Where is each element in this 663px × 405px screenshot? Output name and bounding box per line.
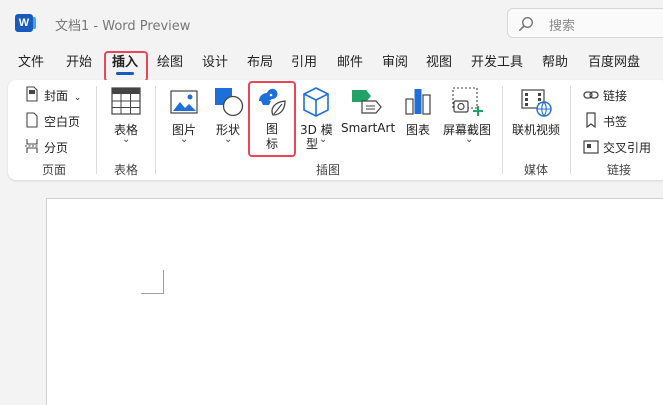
group-label-links: 链接 — [607, 163, 632, 177]
group-label-illustrations: 插图 — [316, 163, 341, 177]
screenshot-icon — [452, 87, 483, 116]
page-break-icon — [25, 139, 39, 153]
tab-developer[interactable]: 开发工具 — [471, 50, 523, 76]
search-input[interactable]: 搜索 — [507, 8, 663, 38]
insert-tab-highlight — [104, 51, 148, 82]
online-video-icon — [521, 89, 552, 117]
bookmark-icon — [586, 112, 596, 128]
title-bar: W 文档1 - Word Preview 搜索 — [0, 0, 663, 46]
ribbon-tabs: 文件 开始 插入 绘图 设计 布局 引用 邮件 审阅 视图 开发工具 帮助 百度… — [0, 50, 663, 76]
search-icon — [518, 16, 534, 31]
link-button[interactable]: 链接 — [603, 87, 627, 104]
group-label-table: 表格 — [114, 163, 139, 177]
cover-page-label: 封面 — [44, 89, 69, 103]
chart-button[interactable]: 图表 — [406, 121, 430, 138]
cover-page-icon — [26, 86, 38, 102]
online-video-button[interactable]: 联机视频 — [512, 121, 560, 138]
ribbon-divider — [96, 86, 97, 174]
tab-file[interactable]: 文件 — [18, 50, 44, 76]
ribbon-divider — [570, 86, 571, 174]
picture-icon — [170, 90, 198, 114]
page-break-button[interactable]: 分页 — [44, 139, 68, 156]
tab-references[interactable]: 引用 — [291, 50, 317, 76]
document-title: 文档1 - Word Preview — [55, 19, 191, 34]
search-placeholder: 搜索 — [549, 19, 576, 34]
group-label-pages: 页面 — [42, 163, 67, 177]
chevron-down-icon: ⌄ — [180, 134, 189, 145]
icons-button-highlight — [248, 81, 296, 157]
chart-icon — [405, 89, 431, 115]
tab-help[interactable]: 帮助 — [542, 50, 568, 76]
cover-page-button[interactable]: 封面 ⌄ — [44, 87, 81, 104]
tab-view[interactable]: 视图 — [426, 50, 452, 76]
document-page[interactable] — [46, 198, 663, 405]
cross-reference-button[interactable]: 交叉引用 — [603, 139, 651, 156]
chevron-down-icon: ⌄ — [122, 134, 131, 145]
table-icon — [111, 87, 141, 115]
ribbon-divider — [155, 86, 156, 174]
blank-page-button[interactable]: 空白页 — [44, 113, 80, 130]
blank-page-icon — [26, 112, 38, 128]
shapes-icon — [215, 88, 244, 117]
cross-reference-icon — [583, 140, 599, 154]
ribbon-divider — [502, 86, 503, 174]
bookmark-button[interactable]: 书签 — [603, 113, 627, 130]
margin-corner-mark — [163, 270, 164, 294]
3d-model-icon — [303, 87, 329, 117]
tab-design[interactable]: 设计 — [202, 50, 228, 76]
tab-review[interactable]: 审阅 — [382, 50, 408, 76]
tab-draw[interactable]: 绘图 — [157, 50, 183, 76]
chevron-down-icon: ⌄ — [224, 134, 233, 145]
tab-layout[interactable]: 布局 — [247, 50, 273, 76]
tab-mailings[interactable]: 邮件 — [337, 50, 363, 76]
chevron-down-icon: ⌄ — [319, 134, 328, 145]
tab-home[interactable]: 开始 — [66, 50, 92, 76]
margin-corner-mark — [141, 293, 164, 294]
group-label-media: 媒体 — [524, 163, 549, 177]
tab-baidu-netdisk[interactable]: 百度网盘 — [588, 50, 640, 76]
link-icon — [583, 91, 599, 99]
chevron-down-icon: ⌄ — [465, 134, 474, 145]
smartart-button[interactable]: SmartArt — [341, 121, 395, 135]
smartart-icon — [352, 90, 382, 114]
3d-model-button-line2[interactable]: 型 — [306, 135, 318, 152]
word-logo-icon: W — [15, 14, 36, 32]
chevron-down-icon: ⌄ — [73, 93, 82, 103]
